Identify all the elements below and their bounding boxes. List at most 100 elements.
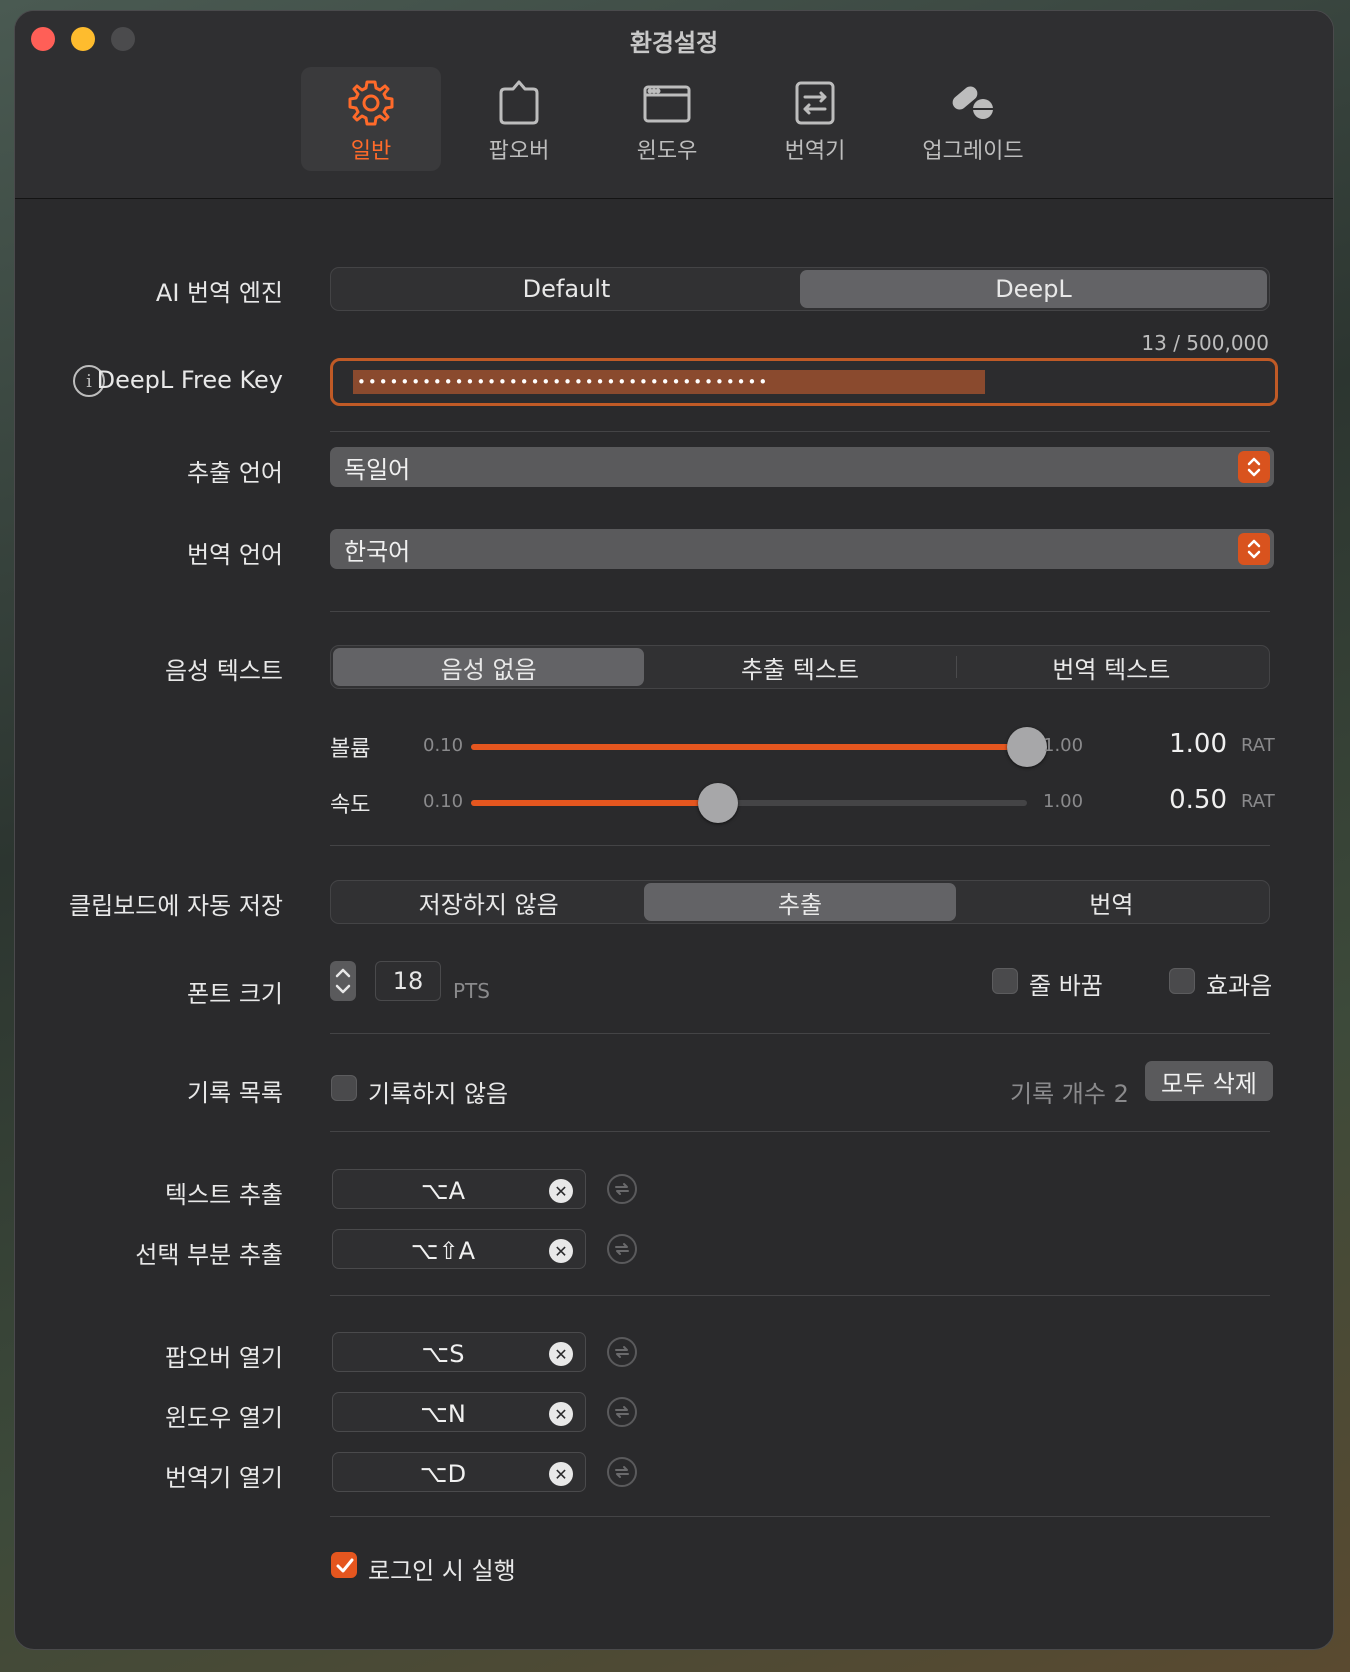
launch-at-login-checkbox[interactable] xyxy=(331,1552,357,1578)
engine-option-deepl[interactable]: DeepL xyxy=(800,270,1267,308)
voice-option-translation[interactable]: 번역 텍스트 xyxy=(955,648,1267,686)
voice-label: 음성 텍스트 xyxy=(164,657,283,685)
tab-general[interactable]: 일반 xyxy=(301,67,441,171)
window-icon xyxy=(643,85,691,123)
clipboard-option-source[interactable]: 추출 xyxy=(644,883,956,921)
toolbar-tabs: 일반 팝오버 윈도우 번역기 업그레이드 xyxy=(301,67,1053,171)
history-label: 기록 목록 xyxy=(187,1079,283,1107)
tab-window-label: 윈도우 xyxy=(636,139,698,164)
shortcut-keys: ⌥A xyxy=(420,1177,466,1205)
source-language-select[interactable]: 독일어 xyxy=(330,447,1274,487)
voice-option-none[interactable]: 음성 없음 xyxy=(333,648,645,686)
speed-value: 0.50 xyxy=(1169,785,1227,815)
volume-min: 0.10 xyxy=(423,735,464,756)
titlebar: 환경설정 일반 팝오버 윈도우 번역기 업그레이드 xyxy=(15,11,1333,199)
shortcut-field-extract[interactable]: ⌥A ✕ xyxy=(332,1169,586,1209)
speed-unit: RAT xyxy=(1241,791,1275,812)
shortcut-keys: ⌥D xyxy=(419,1460,467,1488)
tab-popover-label: 팝오버 xyxy=(488,139,550,164)
shortcut-field-popover[interactable]: ⌥S ✕ xyxy=(332,1332,586,1372)
reset-icon[interactable] xyxy=(607,1457,637,1487)
clear-icon[interactable]: ✕ xyxy=(549,1179,573,1203)
history-count: 기록 개수 2 xyxy=(1010,1080,1129,1108)
clear-icon[interactable]: ✕ xyxy=(549,1342,573,1366)
stepper-arrows-icon xyxy=(335,968,351,994)
sound-label: 효과음 xyxy=(1206,972,1273,1000)
volume-unit: RAT xyxy=(1241,735,1275,756)
source-language-value: 독일어 xyxy=(344,455,411,484)
wrap-checkbox[interactable] xyxy=(992,968,1018,994)
pills-icon xyxy=(952,86,993,119)
clipboard-option-none[interactable]: 저장하지 않음 xyxy=(333,883,644,921)
target-language-select[interactable]: 한국어 xyxy=(330,529,1274,569)
divider xyxy=(330,431,1270,432)
shortcut-field-window[interactable]: ⌥N ✕ xyxy=(332,1392,586,1432)
shortcut-keys: ⌥S xyxy=(421,1340,465,1368)
window-title: 환경설정 xyxy=(629,29,719,57)
tab-translator[interactable]: 번역기 xyxy=(745,67,885,171)
checkmark-icon xyxy=(336,1558,354,1573)
speed-min: 0.10 xyxy=(423,791,464,812)
speed-max: 1.00 xyxy=(1043,791,1084,812)
font-size-field[interactable]: 18 xyxy=(375,961,441,1001)
launch-at-login-label: 로그인 시 실행 xyxy=(368,1557,516,1585)
reset-icon[interactable] xyxy=(607,1174,637,1204)
divider xyxy=(330,1516,1270,1517)
tab-general-label: 일반 xyxy=(350,139,392,164)
engine-option-default[interactable]: Default xyxy=(333,270,800,308)
font-size-unit: PTS xyxy=(453,979,490,1003)
volume-slider[interactable] xyxy=(471,727,1047,767)
shortcut-label-window: 윈도우 열기 xyxy=(164,1404,283,1432)
divider xyxy=(330,845,1270,846)
shortcut-field-extract-selection[interactable]: ⌥⇧A ✕ xyxy=(332,1229,586,1269)
font-size-stepper[interactable] xyxy=(330,961,356,1001)
divider xyxy=(330,1131,1270,1132)
history-disable-checkbox[interactable] xyxy=(331,1075,357,1101)
speed-slider[interactable] xyxy=(471,783,1027,823)
deepl-key-field[interactable]: •••••••••••••••••••••••••••••••••••••• xyxy=(330,358,1278,406)
clear-history-button[interactable]: 모두 삭제 xyxy=(1145,1061,1273,1101)
popover-icon xyxy=(499,80,539,125)
shortcut-field-translator[interactable]: ⌥D ✕ xyxy=(332,1452,586,1492)
speed-knob[interactable] xyxy=(698,783,738,823)
clear-icon[interactable]: ✕ xyxy=(549,1462,573,1486)
shortcut-label-extract-selection: 선택 부분 추출 xyxy=(135,1241,283,1269)
reset-icon[interactable] xyxy=(607,1234,637,1264)
engine-segmented-control: Default DeepL xyxy=(330,267,1270,311)
gear-icon xyxy=(348,80,394,126)
volume-knob[interactable] xyxy=(1007,727,1047,767)
translator-icon xyxy=(795,81,835,125)
deepl-key-label: DeepL Free Key xyxy=(96,366,283,394)
volume-fill xyxy=(471,744,1027,750)
chevron-updown-icon xyxy=(1238,533,1270,565)
shortcut-keys: ⌥⇧A xyxy=(410,1237,476,1265)
deepl-key-value: •••••••••••••••••••••••••••••••••••••• xyxy=(353,370,985,394)
shortcut-keys: ⌥N xyxy=(420,1400,466,1428)
volume-label: 볼륨 xyxy=(330,737,371,762)
volume-value: 1.00 xyxy=(1169,729,1227,759)
sound-checkbox[interactable] xyxy=(1169,968,1195,994)
clear-icon[interactable]: ✕ xyxy=(549,1402,573,1426)
shortcut-label-popover: 팝오버 열기 xyxy=(164,1344,283,1372)
reset-icon[interactable] xyxy=(607,1397,637,1427)
divider xyxy=(330,1033,1270,1034)
target-language-label: 번역 언어 xyxy=(187,541,283,569)
deepl-usage-counter: 13 / 500,000 xyxy=(1141,331,1269,355)
tab-upgrade[interactable]: 업그레이드 xyxy=(893,67,1053,171)
clipboard-option-translation[interactable]: 번역 xyxy=(956,883,1267,921)
voice-option-source[interactable]: 추출 텍스트 xyxy=(644,648,955,686)
tab-window[interactable]: 윈도우 xyxy=(597,67,737,171)
history-disable-label: 기록하지 않음 xyxy=(368,1080,509,1108)
preferences-window: 환경설정 일반 팝오버 윈도우 번역기 업그레이드 AI 번역 엔진 Defau… xyxy=(14,10,1334,1650)
target-language-value: 한국어 xyxy=(344,537,411,566)
clipboard-label: 클립보드에 자동 저장 xyxy=(69,892,283,920)
voice-segmented-control: 음성 없음 추출 텍스트 번역 텍스트 xyxy=(330,645,1270,689)
tab-popover[interactable]: 팝오버 xyxy=(449,67,589,171)
tab-translator-label: 번역기 xyxy=(784,139,846,164)
reset-icon[interactable] xyxy=(607,1337,637,1367)
volume-max: 1.00 xyxy=(1043,735,1084,756)
speed-fill xyxy=(471,800,718,806)
clear-icon[interactable]: ✕ xyxy=(549,1239,573,1263)
source-language-label: 추출 언어 xyxy=(187,459,283,487)
divider xyxy=(330,611,1270,612)
